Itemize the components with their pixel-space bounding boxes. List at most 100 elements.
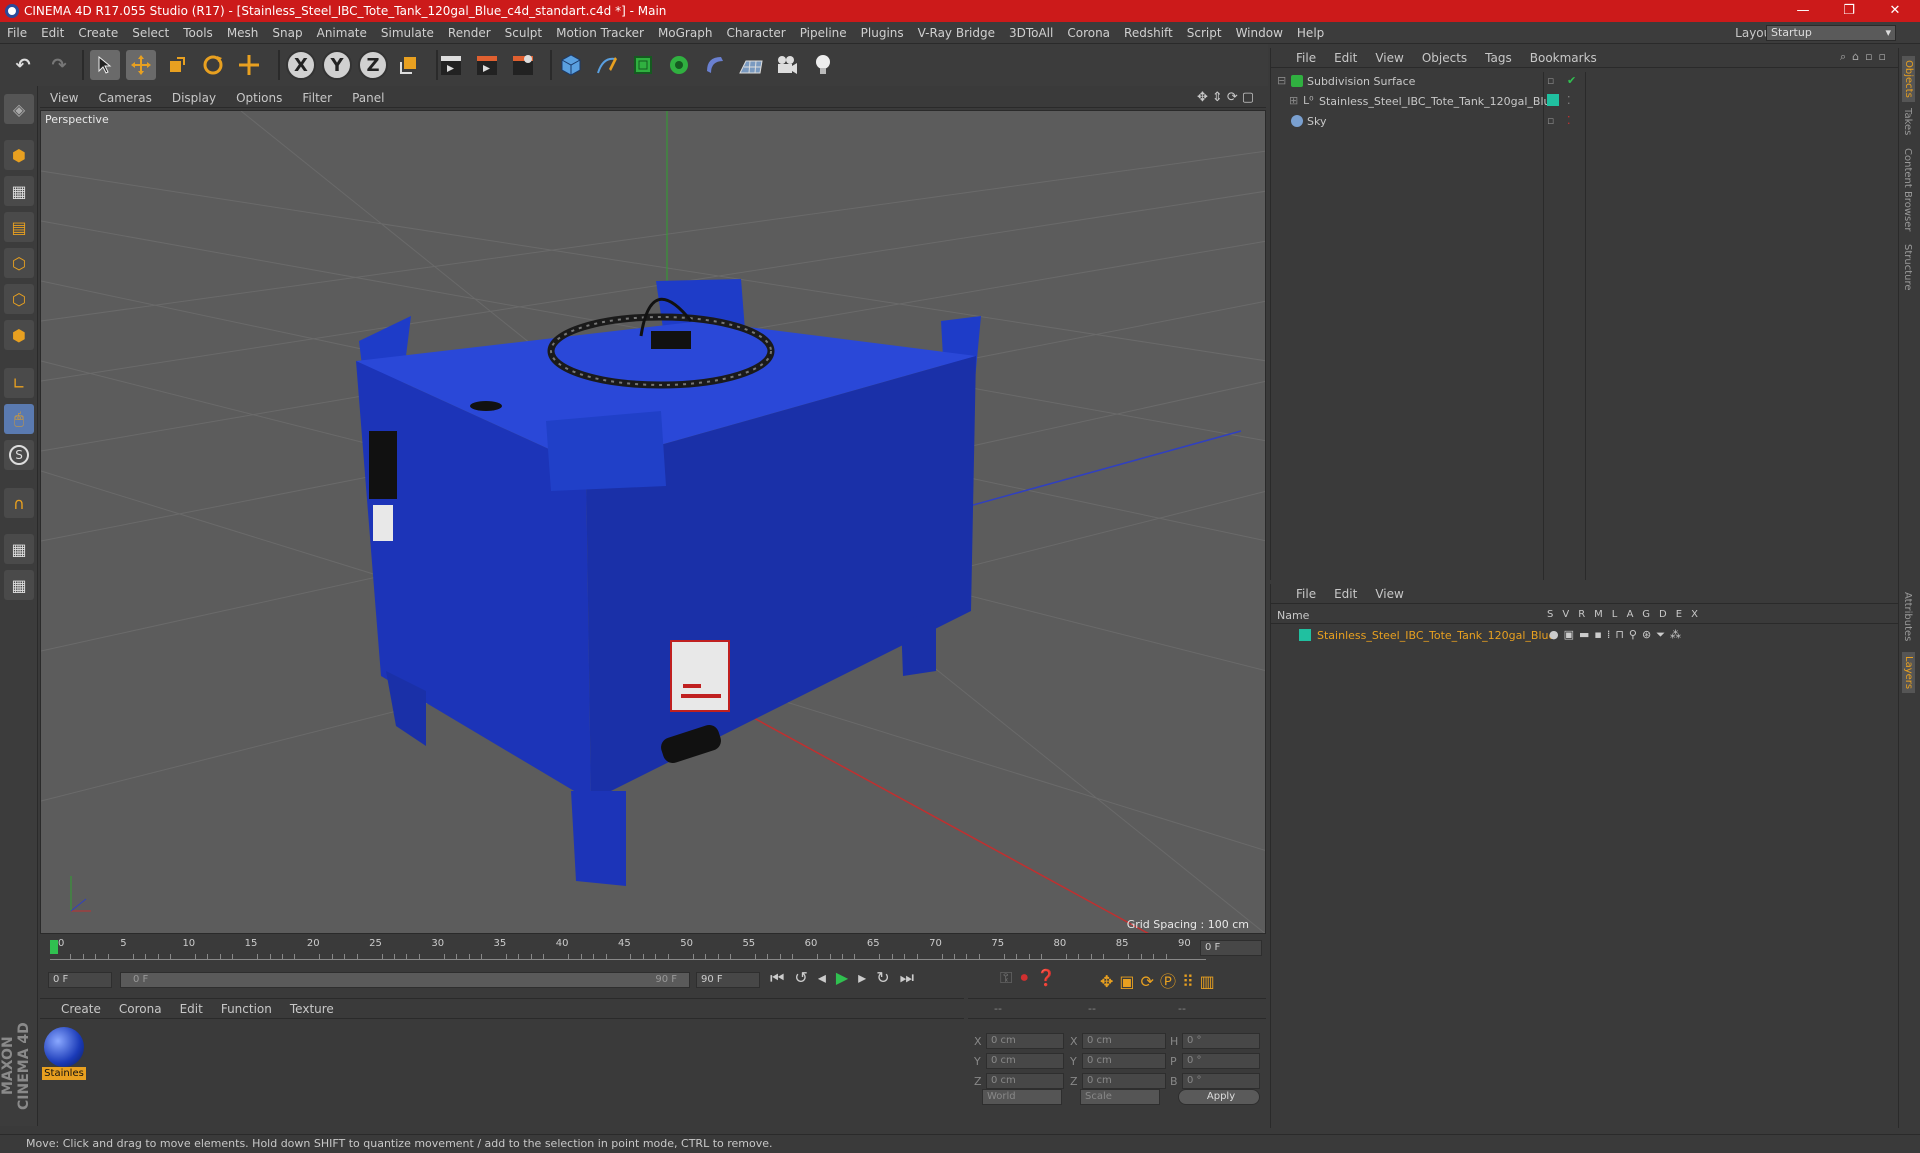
apply-button[interactable]: Apply (1178, 1089, 1260, 1105)
material-swatch[interactable]: Stainles (42, 1027, 86, 1081)
viewport-menu-cameras[interactable]: Cameras (88, 88, 161, 108)
layer-col-xref[interactable]: X (1691, 609, 1707, 620)
object-menu-bookmarks[interactable]: Bookmarks (1521, 48, 1606, 68)
menu-mograph[interactable]: MoGraph (651, 22, 720, 44)
menu-animate[interactable]: Animate (310, 22, 374, 44)
light-button[interactable] (808, 50, 838, 80)
minimize-button[interactable]: — (1780, 0, 1826, 22)
layer-col-deformers[interactable]: D (1659, 609, 1676, 620)
menu-render[interactable]: Render (441, 22, 498, 44)
render-off-icon[interactable]: ⁚ (1567, 114, 1571, 127)
render-dots-icon[interactable]: ⁚ (1567, 94, 1571, 107)
viewport-menu-display[interactable]: Display (162, 88, 226, 108)
floor-button[interactable] (736, 50, 766, 80)
menu-window[interactable]: Window (1229, 22, 1290, 44)
layer-row[interactable]: Stainless_Steel_IBC_Tote_Tank_120gal_Blu… (1277, 628, 1877, 644)
tab-takes[interactable]: Takes (1902, 108, 1913, 135)
render-settings-button[interactable] (508, 50, 538, 80)
tab-content-browser[interactable]: Content Browser (1902, 148, 1913, 231)
visibility-dots-icon[interactable]: ▫ (1547, 114, 1554, 127)
size-z-field[interactable]: 0 cm (1082, 1073, 1166, 1089)
undo-button[interactable]: ↶ (8, 50, 38, 80)
enabled-check-icon[interactable]: ✔ (1567, 74, 1576, 87)
x-axis-lock-button[interactable]: X (286, 50, 316, 80)
menu-snap[interactable]: Snap (265, 22, 309, 44)
material-menu-edit[interactable]: Edit (171, 999, 212, 1019)
tab-attributes[interactable]: Attributes (1902, 592, 1913, 641)
visibility-dots-icon[interactable]: ▫ (1547, 74, 1554, 87)
points-mode-button[interactable]: ⬡ (4, 248, 34, 278)
timeline-ruler[interactable]: 0 5 10 15 20 25 30 35 40 45 50 55 60 65 70 75 80 85 90 0 F (40, 936, 1266, 962)
autokey-icon[interactable]: ❓ (1036, 968, 1064, 987)
viewport-nav-icons[interactable]: ✥⇕⟳▢ (1197, 90, 1258, 105)
material-menu-corona[interactable]: Corona (110, 999, 171, 1019)
menu-file[interactable]: File (0, 22, 34, 44)
play-button[interactable]: ▶ (836, 968, 858, 987)
layer-menu-file[interactable]: File (1287, 584, 1325, 604)
layout-select[interactable]: Startup ▾ (1766, 25, 1896, 41)
menu-tools[interactable]: Tools (176, 22, 220, 44)
current-frame-field[interactable]: 0 F (1200, 940, 1262, 956)
material-menu-texture[interactable]: Texture (281, 999, 343, 1019)
workplane-lock-button[interactable]: ▦ (4, 534, 34, 564)
spline-pen-button[interactable] (592, 50, 622, 80)
menu-character[interactable]: Character (719, 22, 792, 44)
solo-mode-button[interactable]: S (4, 440, 34, 470)
layer-menu-view[interactable]: View (1366, 584, 1412, 604)
layer-color-swatch[interactable] (1547, 94, 1559, 106)
cloner-button[interactable] (664, 50, 694, 80)
live-selection-button[interactable] (234, 50, 264, 80)
playhead-marker[interactable] (50, 940, 58, 954)
object-menu-tags[interactable]: Tags (1476, 48, 1521, 68)
tab-layers[interactable]: Layers (1902, 652, 1915, 694)
rot-p-field[interactable]: 0 ° (1182, 1053, 1260, 1069)
key-rotation-icon[interactable]: ⟳ (1141, 972, 1160, 991)
layer-col-expressions[interactable]: E (1676, 609, 1691, 620)
texture-mode-button[interactable]: ▦ (4, 176, 34, 206)
render-view-button[interactable] (436, 50, 466, 80)
select-tool-button[interactable] (90, 50, 120, 80)
menu-sculpt[interactable]: Sculpt (498, 22, 549, 44)
next-key-button[interactable]: ↻ (876, 968, 899, 987)
make-editable-button[interactable]: ◈ (4, 94, 34, 124)
go-to-end-button[interactable]: ⏭ (900, 968, 924, 987)
key-parameter-icon[interactable]: Ⓟ (1160, 972, 1182, 991)
move-tool-button[interactable] (126, 50, 156, 80)
redo-button[interactable]: ↷ (44, 50, 74, 80)
object-menu-edit[interactable]: Edit (1325, 48, 1366, 68)
material-menu-create[interactable]: Create (52, 999, 110, 1019)
layer-col-generators[interactable]: G (1642, 609, 1659, 620)
close-button[interactable]: ✕ (1872, 0, 1918, 22)
viewport-menu-options[interactable]: Options (226, 88, 292, 108)
object-panel-tools[interactable]: ⌕⌂▫▫ (1840, 50, 1892, 64)
object-menu-objects[interactable]: Objects (1413, 48, 1476, 68)
collapse-icon[interactable]: ⊟ (1277, 74, 1286, 87)
y-axis-lock-button[interactable]: Y (322, 50, 352, 80)
menu-select[interactable]: Select (125, 22, 176, 44)
layer-col-animation[interactable]: A (1627, 609, 1643, 620)
start-frame-field[interactable]: 0 F (48, 972, 112, 988)
camera-button[interactable] (772, 50, 802, 80)
tab-objects[interactable]: Objects (1902, 56, 1915, 102)
size-mode-select[interactable]: Scale (1080, 1089, 1160, 1105)
tree-row[interactable]: ⊞ L⁰ Stainless_Steel_IBC_Tote_Tank_120ga… (1277, 94, 1877, 110)
snap-button[interactable]: ∩ (4, 488, 34, 518)
layer-menu-edit[interactable]: Edit (1325, 584, 1366, 604)
menu-edit[interactable]: Edit (34, 22, 71, 44)
keyframe-selection-icon[interactable]: ⚿ (1000, 968, 1020, 987)
scale-tool-button[interactable] (162, 50, 192, 80)
viewport-menu-view[interactable]: View (40, 88, 88, 108)
z-axis-lock-button[interactable]: Z (358, 50, 388, 80)
polygons-mode-button[interactable]: ⬢ (4, 320, 34, 350)
layer-col-manager[interactable]: M (1594, 609, 1612, 620)
layer-color-swatch[interactable] (1299, 629, 1311, 641)
layer-col-render[interactable]: R (1578, 609, 1594, 620)
menu-create[interactable]: Create (71, 22, 125, 44)
menu-corona[interactable]: Corona (1060, 22, 1117, 44)
workplane-align-button[interactable]: ▦ (4, 570, 34, 600)
deformer-button[interactable] (700, 50, 730, 80)
menu-motion-tracker[interactable]: Motion Tracker (549, 22, 651, 44)
menu-redshift[interactable]: Redshift (1117, 22, 1180, 44)
menu-script[interactable]: Script (1180, 22, 1229, 44)
menu-plugins[interactable]: Plugins (854, 22, 911, 44)
